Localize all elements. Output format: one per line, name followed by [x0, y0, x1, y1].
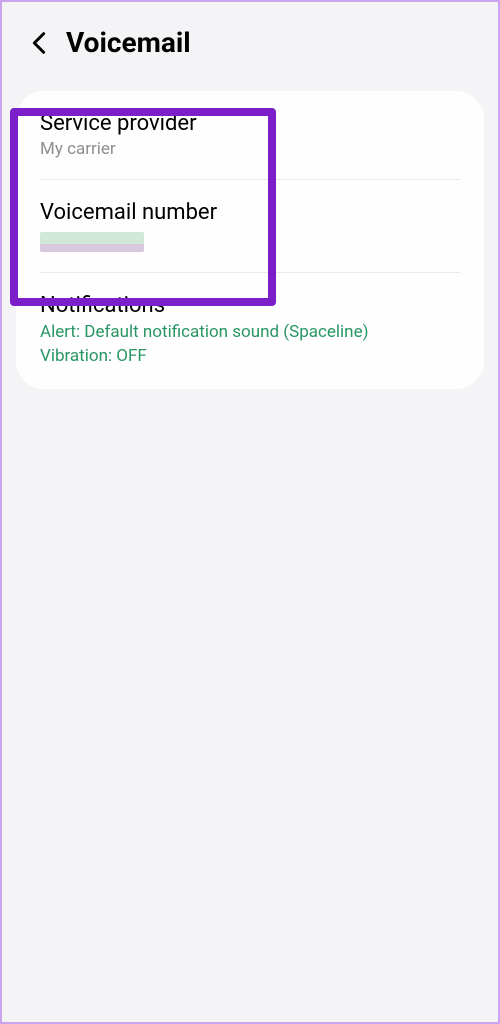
voicemail-number-title: Voicemail number — [40, 200, 460, 225]
voicemail-number-item[interactable]: Voicemail number — [16, 180, 484, 272]
header: Voicemail — [2, 2, 498, 83]
settings-card: Service provider My carrier Voicemail nu… — [16, 91, 484, 389]
service-provider-value: My carrier — [40, 139, 460, 159]
page-title: Voicemail — [66, 26, 191, 59]
service-provider-title: Service provider — [40, 111, 460, 136]
voicemail-number-redacted — [40, 232, 144, 252]
notifications-title: Notifications — [40, 293, 460, 318]
notifications-alert: Alert: Default notification sound (Space… — [40, 321, 460, 345]
notifications-vibration: Vibration: OFF — [40, 345, 460, 369]
back-icon[interactable] — [30, 34, 48, 52]
notifications-item[interactable]: Notifications Alert: Default notificatio… — [16, 273, 484, 389]
service-provider-item[interactable]: Service provider My carrier — [16, 91, 484, 179]
